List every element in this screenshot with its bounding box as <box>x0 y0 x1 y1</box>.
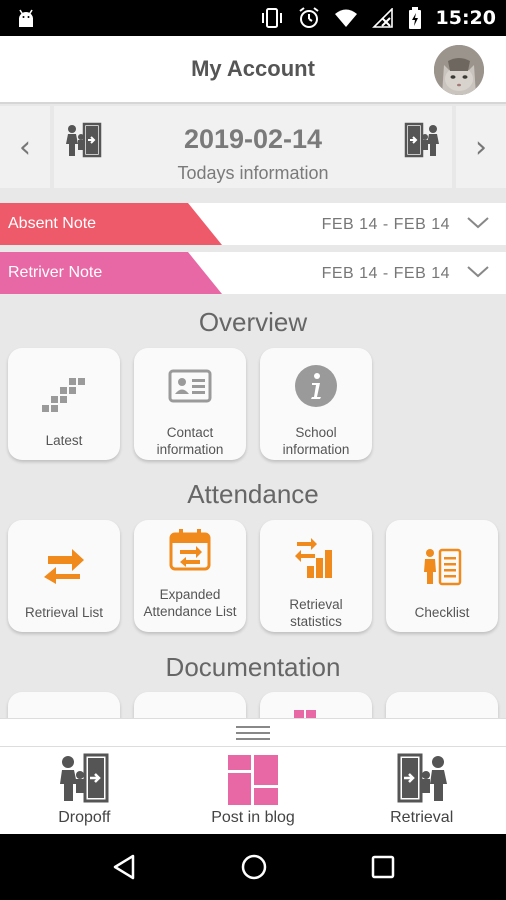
home-icon[interactable] <box>240 853 268 881</box>
tile-documentation-3[interactable] <box>260 692 372 718</box>
next-date-button[interactable]: › <box>456 106 506 188</box>
overview-title: Overview <box>198 307 308 337</box>
tile-latest[interactable]: Latest <box>8 348 120 460</box>
tile-label: Contact information <box>156 425 224 457</box>
nav-label: Post in blog <box>211 809 295 826</box>
tile-documentation-2[interactable] <box>134 692 246 718</box>
status-bar: 15:20 <box>0 0 506 36</box>
retriver-note-row[interactable]: Retriver Note FEB 14 - FEB 14 <box>0 252 506 294</box>
absent-note-row[interactable]: Absent Note FEB 14 - FEB 14 <box>0 203 506 245</box>
tile-school-information[interactable]: School information <box>260 348 372 460</box>
checklist-icon <box>424 548 462 586</box>
tile-checklist[interactable]: Checklist <box>386 520 498 632</box>
absent-note-range: FEB 14 - FEB 14 <box>321 216 450 233</box>
chevron-right-icon: › <box>475 129 487 165</box>
prev-date-button[interactable]: ‹ <box>0 106 50 188</box>
drawer-handle[interactable] <box>0 718 506 746</box>
vibrate-icon <box>261 8 282 28</box>
chevron-down-icon[interactable] <box>466 260 490 284</box>
chevron-down-icon[interactable] <box>466 211 490 235</box>
nav-label: Retrieval <box>390 809 454 826</box>
retriver-note-tag: Retriver Note <box>0 252 222 294</box>
android-icon <box>19 9 33 27</box>
retriver-note-range: FEB 14 - FEB 14 <box>321 265 450 282</box>
nav-label: Dropoff <box>58 809 111 826</box>
tile-label: School information <box>282 425 350 457</box>
info-icon <box>295 365 337 407</box>
calendar-swap-icon <box>169 529 211 571</box>
tile-label: Latest <box>45 433 83 448</box>
absent-note-label: Absent Note <box>8 215 97 232</box>
system-nav-bar <box>0 834 506 900</box>
current-date: 2019-02-14 <box>183 124 323 154</box>
nav-post-in-blog[interactable]: Post in blog <box>169 747 338 834</box>
blog-grid-icon <box>228 755 278 805</box>
attendance-title: Attendance <box>187 479 319 509</box>
tile-retrieval-statistics[interactable]: Retrieval statistics <box>260 520 372 632</box>
retriver-note-label: Retriver Note <box>8 264 103 281</box>
bottom-nav: Dropoff Post in blog Retrieval <box>0 746 506 834</box>
stairs-icon <box>42 378 85 412</box>
signal-off-icon <box>371 8 393 28</box>
tile-label: Retrieval List <box>24 605 104 620</box>
documentation-title: Documentation <box>165 652 341 682</box>
tile-documentation-1[interactable] <box>8 692 120 718</box>
retrieval-door-icon <box>397 753 447 803</box>
alarm-icon <box>298 7 319 28</box>
tile-label: Retrieval statistics <box>289 597 343 629</box>
app-header: My Account <box>0 36 506 104</box>
date-panel: 2019-02-14 Todays information <box>54 106 452 188</box>
menu-handle-icon <box>236 725 270 740</box>
retrieval-door-icon <box>404 122 439 158</box>
tile-contact-information[interactable]: Contact information <box>134 348 246 460</box>
nav-retrieval[interactable]: Retrieval <box>337 747 506 834</box>
wifi-icon <box>334 9 357 27</box>
back-icon[interactable] <box>111 853 137 881</box>
avatar[interactable] <box>434 45 484 95</box>
battery-charging-icon <box>408 7 421 29</box>
tile-label: Expanded Attendance List <box>143 587 237 619</box>
nav-dropoff[interactable]: Dropoff <box>0 747 169 834</box>
chevron-left-icon: ‹ <box>19 129 31 165</box>
date-bar: ‹ 2019-02-14 Todays information › <box>0 106 506 188</box>
dropoff-door-icon <box>60 753 109 803</box>
blog-grid-icon <box>294 710 316 718</box>
recents-icon[interactable] <box>371 855 395 879</box>
tile-expanded-attendance-list[interactable]: Expanded Attendance List <box>134 520 246 632</box>
tile-label: Checklist <box>414 605 470 620</box>
tile-documentation-4[interactable] <box>386 692 498 718</box>
tile-retrieval-list[interactable]: Retrieval List <box>8 520 120 632</box>
date-subtitle: Todays information <box>177 163 329 183</box>
page-title: My Account <box>191 56 315 81</box>
absent-note-tag: Absent Note <box>0 203 222 245</box>
contact-card-icon <box>168 369 212 403</box>
bar-chart-icon <box>295 538 332 578</box>
status-time: 15:20 <box>435 7 496 29</box>
swap-arrows-icon <box>44 549 84 584</box>
